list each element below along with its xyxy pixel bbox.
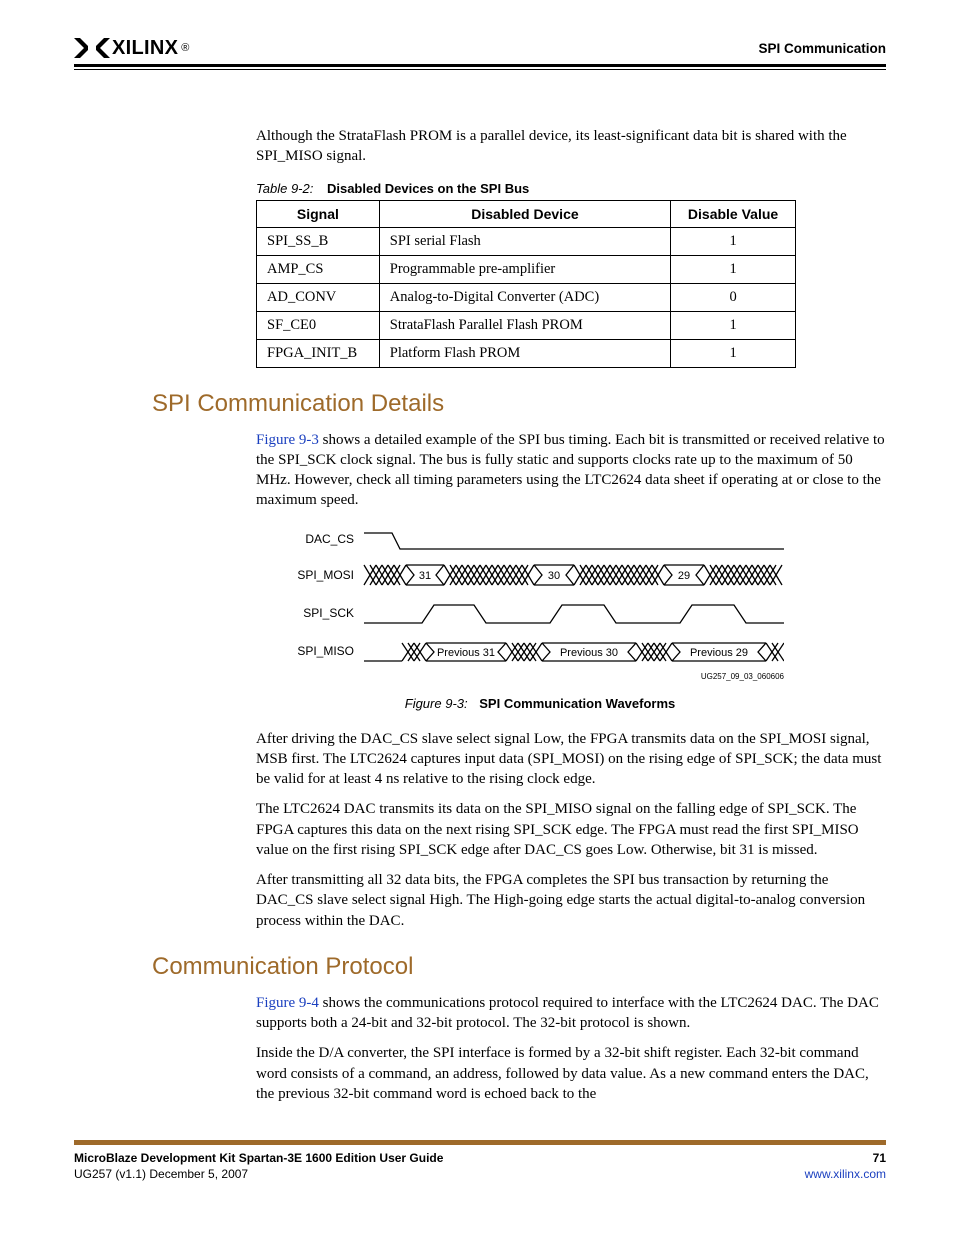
page-footer: MicroBlaze Development Kit Spartan-3E 16…: [74, 1151, 886, 1181]
page-number: 71: [873, 1151, 886, 1165]
table-header: Disabled Device: [379, 200, 670, 227]
table-header: Disable Value: [671, 200, 796, 227]
table-cell: 1: [671, 311, 796, 339]
figure-waveforms: DAC_CS SPI_MOSI SPI_SCK SPI_MISO: [274, 529, 886, 684]
figure-caption: Figure 9-3: SPI Communication Waveforms: [194, 696, 886, 711]
protocol-para1: Figure 9-4 shows the communications prot…: [256, 993, 886, 1034]
wave-label: SPI_MOSI: [297, 568, 354, 582]
table-cell: 1: [671, 339, 796, 367]
wave-label: SPI_MISO: [297, 644, 354, 658]
miso-bit: Previous 30: [560, 647, 618, 659]
header-rule-thin: [74, 69, 886, 70]
table-cell: Platform Flash PROM: [379, 339, 670, 367]
table-cell: Programmable pre-amplifier: [379, 255, 670, 283]
table-cell: StrataFlash Parallel Flash PROM: [379, 311, 670, 339]
wave-label: SPI_SCK: [303, 606, 354, 620]
table-header: Signal: [257, 200, 380, 227]
section-heading-protocol: Communication Protocol: [152, 953, 886, 981]
table-cell: SPI_SS_B: [257, 227, 380, 255]
table-cell: 1: [671, 227, 796, 255]
miso-bit: Previous 29: [690, 647, 748, 659]
mosi-bit: 31: [419, 570, 431, 582]
table-cell: Analog-to-Digital Converter (ADC): [379, 283, 670, 311]
figure-link[interactable]: Figure 9-4: [256, 995, 319, 1011]
table-cell: AMP_CS: [257, 255, 380, 283]
protocol-para2: Inside the D/A converter, the SPI interf…: [256, 1043, 886, 1104]
disabled-devices-table: Signal Disabled Device Disable Value SPI…: [256, 200, 796, 368]
table-cell: 1: [671, 255, 796, 283]
figure-caption-label: Figure 9-3:: [405, 696, 468, 711]
footer-rule: [74, 1140, 886, 1145]
table-caption: Table 9-2: Disabled Devices on the SPI B…: [256, 181, 886, 196]
mosi-bit: 30: [548, 570, 560, 582]
table-row: SF_CE0 StrataFlash Parallel Flash PROM 1: [257, 311, 796, 339]
figure-tagline: UG257_09_03_060606: [701, 672, 784, 681]
header-rule-thick: [74, 64, 886, 67]
mosi-bit: 29: [678, 570, 690, 582]
section-heading-spi-details: SPI Communication Details: [152, 390, 886, 418]
table-caption-title: Disabled Devices on the SPI Bus: [327, 181, 529, 196]
footer-title: MicroBlaze Development Kit Spartan-3E 16…: [74, 1151, 443, 1165]
table-caption-label: Table 9-2:: [256, 181, 313, 196]
wave-label: DAC_CS: [305, 532, 354, 546]
table-row: FPGA_INIT_B Platform Flash PROM 1: [257, 339, 796, 367]
table-cell: SF_CE0: [257, 311, 380, 339]
table-header-row: Signal Disabled Device Disable Value: [257, 200, 796, 227]
table-cell: FPGA_INIT_B: [257, 339, 380, 367]
footer-url[interactable]: www.xilinx.com: [805, 1167, 886, 1181]
waveform-svg: DAC_CS SPI_MOSI SPI_SCK SPI_MISO: [274, 529, 784, 684]
miso-bit: Previous 31: [437, 647, 495, 659]
spi-details-para4: After transmitting all 32 data bits, the…: [256, 870, 886, 931]
intro-paragraph: Although the StrataFlash PROM is a paral…: [256, 126, 886, 167]
table-cell: AD_CONV: [257, 283, 380, 311]
table-row: AMP_CS Programmable pre-amplifier 1: [257, 255, 796, 283]
figure-caption-title: SPI Communication Waveforms: [479, 696, 675, 711]
brand-text: XILINX: [112, 37, 178, 60]
footer-version: UG257 (v1.1) December 5, 2007: [74, 1167, 443, 1181]
spi-details-para2: After driving the DAC_CS slave select si…: [256, 729, 886, 790]
spi-details-para1: Figure 9-3 shows a detailed example of t…: [256, 430, 886, 511]
xilinx-logo: XILINX ®: [74, 36, 189, 60]
registered-mark: ®: [181, 42, 189, 54]
table-row: AD_CONV Analog-to-Digital Converter (ADC…: [257, 283, 796, 311]
table-cell: SPI serial Flash: [379, 227, 670, 255]
page-header: XILINX ® SPI Communication: [74, 36, 886, 60]
spi-details-para3: The LTC2624 DAC transmits its data on th…: [256, 799, 886, 860]
xilinx-logo-icon: [74, 36, 110, 60]
para-text: shows a detailed example of the SPI bus …: [256, 432, 885, 509]
table-row: SPI_SS_B SPI serial Flash 1: [257, 227, 796, 255]
table-cell: 0: [671, 283, 796, 311]
figure-link[interactable]: Figure 9-3: [256, 432, 319, 448]
para-text: shows the communications protocol requir…: [256, 995, 879, 1031]
section-title: SPI Communication: [758, 41, 886, 56]
